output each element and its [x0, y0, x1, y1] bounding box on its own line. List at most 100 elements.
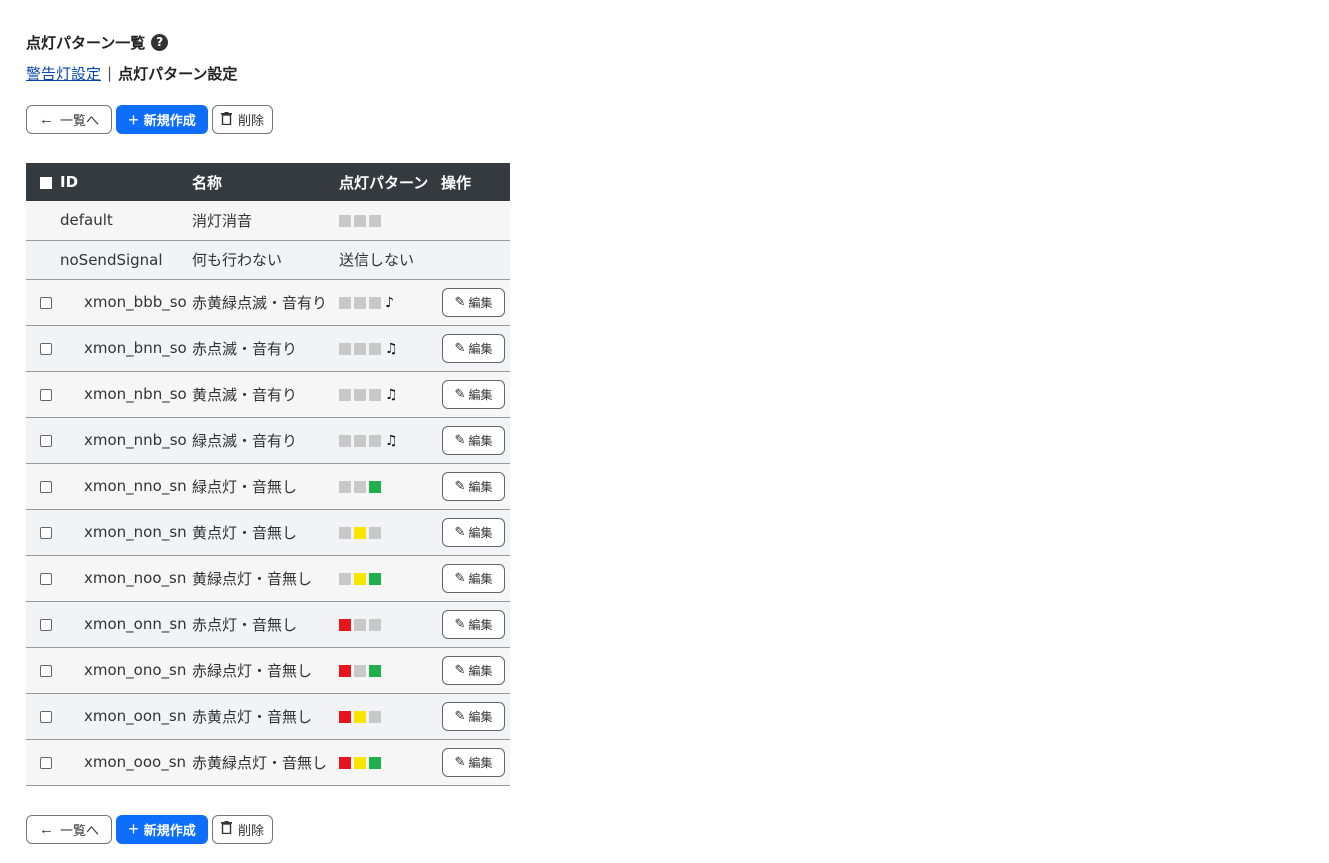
table-row: xmon_bbb_so 赤黄緑点滅・音有り ♪ ✎ 編集	[26, 279, 510, 326]
lamp-off	[354, 434, 366, 447]
edit-button[interactable]: ✎ 編集	[442, 563, 505, 593]
row-operation: ✎ 編集	[441, 279, 510, 326]
row-checkbox[interactable]	[40, 342, 52, 355]
edit-button[interactable]: ✎ 編集	[442, 747, 505, 777]
lamp-off	[354, 214, 366, 227]
back-to-list-button[interactable]: ← 一覧へ	[26, 105, 112, 134]
row-checkbox[interactable]	[40, 480, 52, 493]
row-checkbox[interactable]	[40, 710, 52, 723]
row-pattern: ♫	[339, 325, 441, 372]
row-name: 消灯消音	[192, 201, 339, 241]
back-to-list-button[interactable]: ← 一覧へ	[26, 814, 112, 844]
row-pattern	[339, 555, 441, 602]
row-pattern: 送信しない	[339, 240, 441, 280]
lamp-pattern	[339, 214, 381, 227]
row-id: default	[60, 201, 192, 241]
row-checkbox[interactable]	[40, 526, 52, 539]
lamp-off	[339, 434, 351, 447]
row-checkbox[interactable]	[40, 664, 52, 677]
edit-button[interactable]: ✎ 編集	[442, 425, 505, 455]
row-operation: ✎ 編集	[441, 325, 510, 372]
row-checkbox[interactable]	[40, 572, 52, 585]
page: 点灯パターン一覧 ? 警告灯設定 | 点灯パターン設定 ← 一覧へ + 新規作成…	[0, 0, 1329, 844]
table-row: xmon_ooo_sn 赤黄緑点灯・音無し ✎ 編集	[26, 739, 510, 786]
new-button[interactable]: + 新規作成	[116, 814, 208, 844]
lamp-pattern	[339, 296, 381, 309]
row-checkbox[interactable]	[40, 388, 52, 401]
title-row: 点灯パターン一覧 ?	[26, 30, 1329, 54]
edit-button[interactable]: ✎ 編集	[442, 517, 505, 547]
edit-label: 編集	[468, 617, 493, 632]
row-operation: ✎ 編集	[441, 417, 510, 464]
lamp-yellow	[354, 756, 366, 769]
pencil-icon: ✎	[454, 708, 466, 723]
edit-button[interactable]: ✎ 編集	[442, 701, 505, 731]
row-id: xmon_nbn_so	[60, 371, 192, 418]
delete-button[interactable]: 削除	[212, 105, 273, 134]
row-check-cell	[26, 693, 60, 740]
edit-button[interactable]: ✎ 編集	[442, 287, 505, 317]
music-note-icon: ♪	[385, 294, 394, 311]
table-row: xmon_nbn_so 黄点滅・音有り ♫ ✎ 編集	[26, 371, 510, 418]
edit-button[interactable]: ✎ 編集	[442, 379, 505, 409]
row-check-cell	[26, 647, 60, 694]
row-name: 赤緑点灯・音無し	[192, 647, 339, 694]
lamp-yellow	[354, 710, 366, 723]
lamp-pattern	[339, 342, 381, 355]
row-id: xmon_ooo_sn	[60, 739, 192, 786]
row-operation: ✎ 編集	[441, 601, 510, 648]
row-operation: ✎ 編集	[441, 555, 510, 602]
row-checkbox[interactable]	[40, 296, 52, 309]
new-label: 新規作成	[143, 113, 196, 128]
row-operation	[441, 201, 510, 241]
help-icon[interactable]: ?	[151, 33, 169, 51]
row-check-cell	[26, 201, 60, 241]
table-header-row: ID 名称 点灯パターン 操作	[26, 163, 510, 201]
lamp-off	[354, 618, 366, 631]
breadcrumb-separator: |	[107, 64, 113, 82]
row-pattern	[339, 601, 441, 648]
row-operation: ✎ 編集	[441, 739, 510, 786]
row-checkbox[interactable]	[40, 618, 52, 631]
edit-button[interactable]: ✎ 編集	[442, 333, 505, 363]
delete-button[interactable]: 削除	[212, 814, 273, 844]
row-pattern	[339, 739, 441, 786]
row-pattern	[339, 693, 441, 740]
lamp-off	[369, 388, 381, 401]
edit-button[interactable]: ✎ 編集	[442, 655, 505, 685]
edit-button[interactable]: ✎ 編集	[442, 471, 505, 501]
row-id: xmon_nnb_so	[60, 417, 192, 464]
table-row: xmon_nno_sn 緑点灯・音無し ✎ 編集	[26, 463, 510, 510]
row-checkbox[interactable]	[40, 434, 52, 447]
select-all-checkbox[interactable]	[40, 176, 52, 189]
lamp-green	[369, 756, 381, 769]
row-checkbox[interactable]	[40, 756, 52, 769]
arrow-left-icon: ←	[38, 820, 54, 838]
row-check-cell	[26, 739, 60, 786]
lamp-off	[354, 480, 366, 493]
row-name: 赤点灯・音無し	[192, 601, 339, 648]
table-row: xmon_bnn_so 赤点滅・音有り ♫ ✎ 編集	[26, 325, 510, 372]
row-check-cell	[26, 509, 60, 556]
lamp-pattern	[339, 388, 381, 401]
back-to-list-label: 一覧へ	[59, 113, 99, 128]
pattern-text: 送信しない	[339, 251, 415, 269]
row-pattern: ♪	[339, 279, 441, 326]
edit-label: 編集	[468, 525, 493, 540]
pencil-icon: ✎	[454, 386, 466, 401]
lamp-pattern	[339, 526, 381, 539]
table-row: xmon_non_sn 黄点灯・音無し ✎ 編集	[26, 509, 510, 556]
music-note-icon: ♫	[385, 386, 398, 403]
new-button[interactable]: + 新規作成	[116, 105, 208, 134]
row-operation: ✎ 編集	[441, 509, 510, 556]
back-to-list-label: 一覧へ	[59, 822, 99, 838]
row-name: 赤黄緑点灯・音無し	[192, 739, 339, 786]
lamp-off	[339, 480, 351, 493]
lamp-off	[354, 388, 366, 401]
lamp-red	[339, 618, 351, 631]
row-name: 緑点滅・音有り	[192, 417, 339, 464]
row-id: xmon_noo_sn	[60, 555, 192, 602]
pencil-icon: ✎	[454, 432, 466, 447]
edit-button[interactable]: ✎ 編集	[442, 609, 505, 639]
breadcrumb-link-warning-light-settings[interactable]: 警告灯設定	[26, 63, 101, 84]
